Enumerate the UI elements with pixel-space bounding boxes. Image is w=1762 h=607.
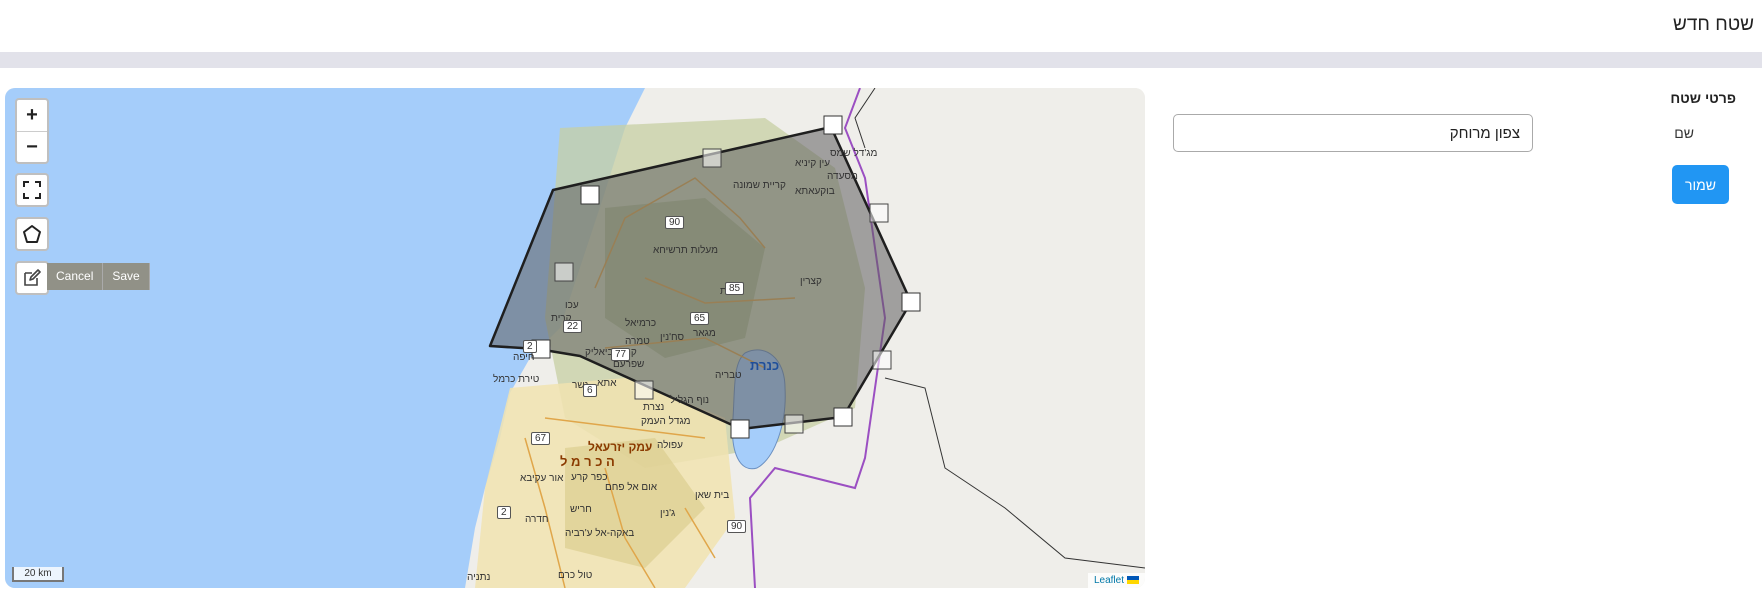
zoom-in-button[interactable]: + — [17, 100, 47, 131]
road-number-badge: 67 — [531, 432, 551, 445]
vertex-handle[interactable] — [901, 292, 921, 312]
place-label: כפר קרע — [571, 472, 608, 483]
page-title: שטח חדש — [1673, 14, 1754, 35]
region-label: ה כ ר מ ל — [560, 454, 615, 469]
edit-actions: Cancel Save — [47, 263, 150, 290]
fullscreen-icon — [23, 181, 41, 199]
place-label: עכו — [565, 300, 579, 311]
place-label: טבריה — [715, 370, 742, 381]
road-number-badge: 77 — [611, 348, 631, 361]
place-label: אתא — [597, 378, 617, 389]
edit-icon — [24, 269, 41, 286]
place-label: מסעדה — [827, 171, 858, 182]
road-number-badge: 22 — [563, 320, 583, 333]
place-label: חיפה — [513, 352, 535, 363]
place-label: מגדל העמק — [641, 416, 691, 427]
place-label: סח'נין — [660, 332, 685, 343]
place-label: ג'נין — [660, 508, 676, 519]
place-label: קריית שמונה — [733, 180, 786, 191]
edit-cancel-button[interactable]: Cancel — [47, 263, 104, 290]
polygon-icon — [23, 225, 41, 243]
edit-save-button[interactable]: Save — [103, 263, 150, 290]
map-attribution: Leaflet — [1087, 573, 1145, 588]
place-label: נתניה — [467, 572, 491, 583]
leaflet-link[interactable]: Leaflet — [1094, 575, 1124, 586]
road-number-badge: 85 — [725, 282, 745, 295]
place-label: טירת כרמל — [493, 374, 540, 385]
place-label: נצרת — [643, 402, 665, 413]
save-button[interactable]: שמור — [1672, 165, 1729, 204]
vertex-handle[interactable] — [823, 115, 843, 135]
place-label: חדרה — [525, 514, 549, 525]
vertex-handle[interactable] — [833, 407, 853, 427]
place-label: בית שאן — [695, 490, 730, 501]
place-label: כרמיאל — [625, 318, 657, 329]
vertex-handle[interactable] — [730, 419, 750, 439]
road-number-badge: 2 — [523, 340, 537, 353]
zoom-control: + − — [15, 98, 49, 164]
road-number-badge: 6 — [583, 384, 597, 397]
vertex-handle[interactable] — [580, 185, 600, 205]
place-label: חריש — [570, 504, 592, 515]
road-number-badge: 90 — [727, 520, 747, 533]
header-divider — [0, 52, 1762, 68]
lake-label: כנרת — [750, 358, 780, 373]
place-label: טמרה — [625, 336, 650, 347]
name-input[interactable] — [1173, 114, 1533, 152]
scale-bar: 20 km — [12, 567, 64, 582]
road-number-badge: 65 — [690, 312, 710, 325]
place-label: נוף הגליל — [670, 395, 710, 406]
zoom-out-button[interactable]: − — [17, 131, 47, 162]
fullscreen-button[interactable] — [15, 173, 49, 207]
place-label: טול כרם — [558, 570, 593, 581]
road-number-badge: 90 — [665, 216, 685, 229]
midpoint-handle[interactable] — [554, 262, 574, 282]
place-label: אום אל פחם — [605, 482, 658, 493]
place-label: קצרין — [800, 276, 822, 287]
place-label: בוקעאתא — [795, 186, 835, 197]
edit-layers-button[interactable] — [15, 261, 49, 295]
place-label: עפולה — [657, 440, 683, 451]
draw-polygon-button[interactable] — [15, 217, 49, 251]
place-label: מג'דל שמס — [830, 148, 878, 159]
road-number-badge: 2 — [497, 506, 511, 519]
midpoint-handle[interactable] — [702, 148, 722, 168]
map[interactable]: כנרת מג'דל שמס עין קיניא מסעדה בוקעאתא ק… — [5, 88, 1145, 588]
name-label: שם — [1674, 125, 1694, 141]
midpoint-handle[interactable] — [869, 203, 889, 223]
place-label: אור עקיבא — [520, 473, 564, 484]
midpoint-handle[interactable] — [634, 380, 654, 400]
midpoint-handle[interactable] — [872, 350, 892, 370]
place-label: עין קיניא — [795, 158, 831, 169]
ukraine-flag-icon — [1127, 576, 1139, 585]
midpoint-handle[interactable] — [784, 414, 804, 434]
place-label: מעלות תרשיחא — [653, 245, 718, 256]
place-label: מגאר — [693, 328, 716, 339]
place-label: באקה-אל ע'רביה — [565, 528, 635, 539]
section-title: פרטי שטח — [1670, 90, 1736, 106]
top-bar: שטח חדש — [0, 0, 1762, 52]
region-label: עמק יזרעאל — [588, 440, 653, 454]
